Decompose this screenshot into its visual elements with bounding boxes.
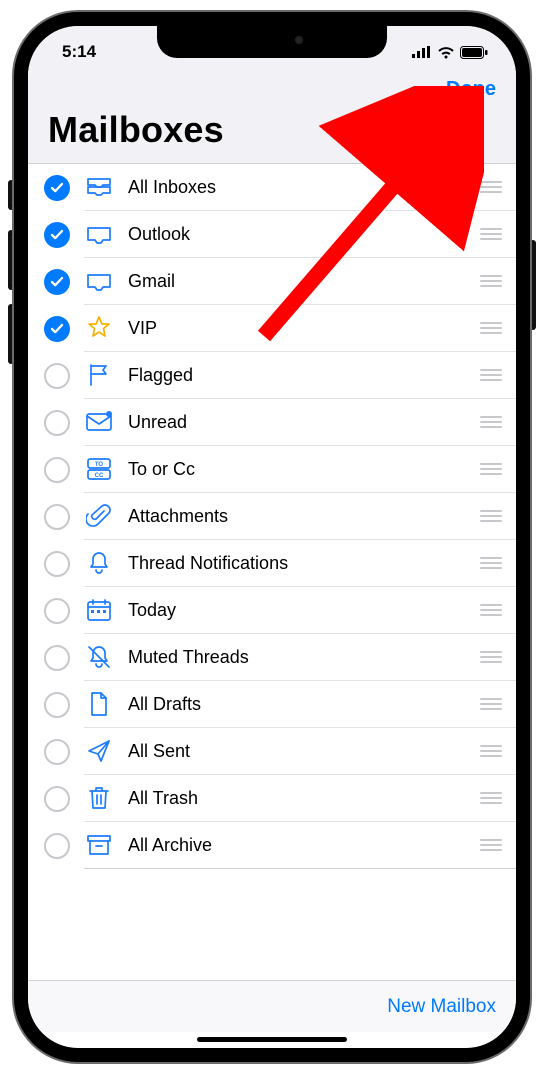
checkbox[interactable] [44,504,70,530]
mailbox-label: All Drafts [128,694,480,715]
reorder-handle-icon[interactable] [480,651,502,663]
mailbox-row-vip[interactable]: VIP [28,305,516,352]
inbox-stack-icon [84,172,114,202]
checkbox[interactable] [44,316,70,342]
mailbox-row-muted[interactable]: Muted Threads [28,634,516,681]
mailbox-label: All Inboxes [128,177,480,198]
checkbox[interactable] [44,645,70,671]
mailbox-label: Muted Threads [128,647,480,668]
paperclip-icon [84,501,114,531]
mailbox-row-trash[interactable]: All Trash [28,775,516,822]
mailbox-label: All Archive [128,835,480,856]
reorder-handle-icon[interactable] [480,698,502,710]
reorder-handle-icon[interactable] [480,416,502,428]
mailbox-label: To or Cc [128,459,480,480]
checkbox[interactable] [44,692,70,718]
battery-icon [460,46,488,59]
star-icon [84,313,114,343]
done-button[interactable]: Done [446,78,496,101]
envelope-dot-icon [84,407,114,437]
home-indicator [197,1037,347,1042]
mailbox-label: Flagged [128,365,480,386]
reorder-handle-icon[interactable] [480,510,502,522]
mailbox-row-today[interactable]: Today [28,587,516,634]
mailbox-label: Today [128,600,480,621]
paperplane-icon [84,736,114,766]
reorder-handle-icon[interactable] [480,181,502,193]
mailbox-row-sent[interactable]: All Sent [28,728,516,775]
reorder-handle-icon[interactable] [480,275,502,287]
mailbox-row-outlook[interactable]: Outlook [28,211,516,258]
to-cc-icon: TO CC [84,454,114,484]
trash-icon [84,783,114,813]
mailbox-row-gmail[interactable]: Gmail [28,258,516,305]
mailbox-label: Unread [128,412,480,433]
reorder-handle-icon[interactable] [480,839,502,851]
reorder-handle-icon[interactable] [480,322,502,334]
reorder-handle-icon[interactable] [480,228,502,240]
mailbox-label: Gmail [128,271,480,292]
mailbox-row-archive[interactable]: All Archive [28,822,516,869]
mailbox-label: All Trash [128,788,480,809]
reorder-handle-icon[interactable] [480,792,502,804]
cellular-icon [412,46,432,58]
inbox-icon [84,219,114,249]
new-mailbox-button[interactable]: New Mailbox [387,996,496,1018]
checkbox[interactable] [44,175,70,201]
mailbox-row-unread[interactable]: Unread [28,399,516,446]
status-time: 5:14 [62,42,96,62]
checkbox[interactable] [44,269,70,295]
bell-icon [84,548,114,578]
reorder-handle-icon[interactable] [480,745,502,757]
wifi-icon [437,46,455,59]
mailbox-row-drafts[interactable]: All Drafts [28,681,516,728]
mailbox-row-thread-notifications[interactable]: Thread Notifications [28,540,516,587]
mailbox-label: VIP [128,318,480,339]
checkbox[interactable] [44,786,70,812]
mailbox-row-to-cc[interactable]: TO CC To or Cc [28,446,516,493]
checkbox[interactable] [44,363,70,389]
reorder-handle-icon[interactable] [480,604,502,616]
mailbox-label: Outlook [128,224,480,245]
reorder-handle-icon[interactable] [480,557,502,569]
toolbar: New Mailbox [28,980,516,1032]
checkbox[interactable] [44,457,70,483]
checkbox[interactable] [44,410,70,436]
svg-text:CC: CC [95,473,104,479]
mailbox-row-attachments[interactable]: Attachments [28,493,516,540]
device-frame: 5:14 Done Mailboxes All Inboxes Outlook Gm… [14,12,530,1062]
checkbox[interactable] [44,598,70,624]
inbox-icon [84,266,114,296]
mailbox-row-all-inboxes[interactable]: All Inboxes [28,164,516,211]
bell-slash-icon [84,642,114,672]
notch [157,26,387,58]
mailbox-label: Attachments [128,506,480,527]
checkbox[interactable] [44,739,70,765]
mailbox-row-flagged[interactable]: Flagged [28,352,516,399]
doc-icon [84,689,114,719]
page-title: Mailboxes [28,101,516,164]
archive-icon [84,830,114,860]
reorder-handle-icon[interactable] [480,369,502,381]
nav-bar: Done [28,70,516,101]
reorder-handle-icon[interactable] [480,463,502,475]
flag-icon [84,360,114,390]
mailbox-label: Thread Notifications [128,553,480,574]
mailbox-label: All Sent [128,741,480,762]
checkbox[interactable] [44,222,70,248]
calendar-icon [84,595,114,625]
mailbox-list: All Inboxes Outlook Gmail VIP Flagged Unread T… [28,164,516,869]
checkbox[interactable] [44,833,70,859]
checkbox[interactable] [44,551,70,577]
svg-text:TO: TO [95,462,104,468]
